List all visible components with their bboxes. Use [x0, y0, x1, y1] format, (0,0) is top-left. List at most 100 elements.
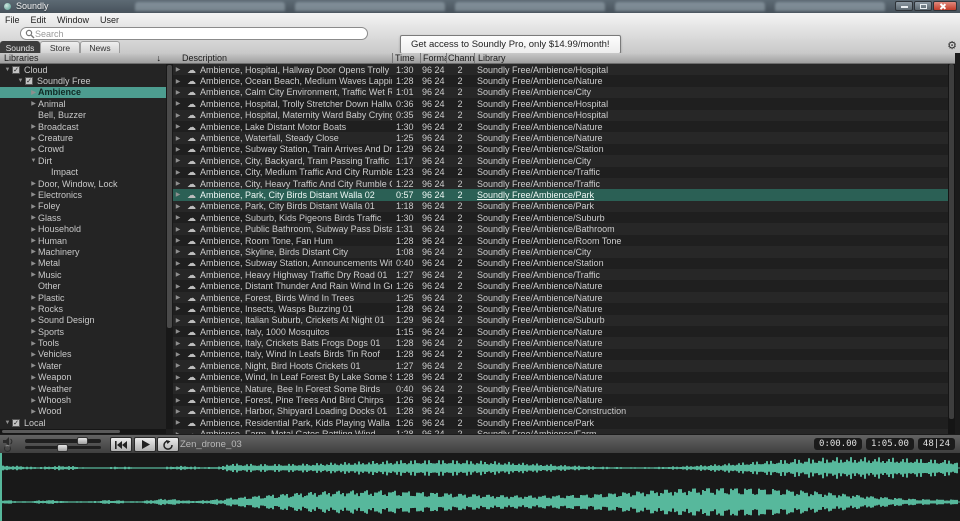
menu-item-file[interactable]: File — [5, 15, 20, 25]
pan-knob[interactable] — [4, 445, 11, 452]
maximize-button[interactable] — [914, 1, 932, 11]
chevron-right-icon[interactable]: ▶ — [29, 374, 38, 381]
playhead-cursor[interactable] — [0, 453, 2, 521]
chevron-right-icon[interactable]: ▶ — [29, 180, 38, 187]
tree-item-whoosh[interactable]: ▶Whoosh — [0, 394, 166, 405]
table-row[interactable]: ▶☁Ambience, Park, City Birds Distant Wal… — [173, 201, 948, 212]
chevron-right-icon[interactable]: ▶ — [29, 305, 38, 312]
table-vertical-scrollbar[interactable] — [948, 64, 955, 434]
chevron-right-icon[interactable]: ▶ — [29, 226, 38, 233]
chevron-right-icon[interactable]: ▶ — [29, 191, 38, 198]
tree-item-rocks[interactable]: ▶Rocks — [0, 303, 166, 314]
tree-item-bell-buzzer[interactable]: Bell, Buzzer — [0, 110, 166, 121]
tree-item-ambience[interactable]: ▶Ambience — [0, 87, 166, 98]
table-row[interactable]: ▶☁Ambience, Subway Station, Announcement… — [173, 258, 948, 269]
tree-item-household[interactable]: ▶Household — [0, 223, 166, 234]
sidebar-vertical-scrollbar[interactable] — [166, 64, 173, 429]
table-row[interactable]: ▶☁Ambience, Residential Park, Kids Playi… — [173, 417, 948, 428]
tab-news[interactable]: News — [80, 41, 120, 53]
table-row[interactable]: ▶☁Ambience, Skyline, Birds Distant City1… — [173, 246, 948, 257]
table-row[interactable]: ▶☁Ambience, City, Backyard, Tram Passing… — [173, 155, 948, 166]
table-row[interactable]: ▶☁Ambience, Subway Station, Train Arrive… — [173, 144, 948, 155]
row-expand-chevron-right-icon[interactable]: ▶ — [173, 191, 183, 198]
tree-item-music[interactable]: ▶Music — [0, 269, 166, 280]
table-row[interactable]: ▶☁Ambience, Italian Suburb, Crickets At … — [173, 315, 948, 326]
row-expand-chevron-right-icon[interactable]: ▶ — [173, 100, 183, 107]
row-expand-chevron-right-icon[interactable]: ▶ — [173, 408, 183, 415]
column-header-library[interactable]: Library — [474, 53, 955, 63]
os-titlebar[interactable]: Soundly — [0, 0, 960, 13]
chevron-right-icon[interactable]: ▶ — [29, 214, 38, 221]
row-expand-chevron-right-icon[interactable]: ▶ — [173, 180, 183, 187]
chevron-right-icon[interactable]: ▶ — [29, 397, 38, 404]
sort-down-icon[interactable]: ↓ — [157, 53, 162, 64]
column-header-time[interactable]: Time — [392, 53, 420, 63]
table-row[interactable]: ▶☁Ambience, Public Bathroom, Subway Pass… — [173, 223, 948, 234]
tree-item-sound-design[interactable]: ▶Sound Design — [0, 315, 166, 326]
waveform-display[interactable] — [0, 453, 960, 521]
table-row[interactable]: ▶☁Ambience, Room Tone, Fan Hum1:2896 242… — [173, 235, 948, 246]
chevron-right-icon[interactable]: ▶ — [29, 351, 38, 358]
tree-item-dirt[interactable]: ▼Dirt — [0, 155, 166, 166]
row-expand-chevron-right-icon[interactable]: ▶ — [173, 283, 183, 290]
chevron-right-icon[interactable]: ▶ — [29, 385, 38, 392]
tree-item-creature[interactable]: ▶Creature — [0, 132, 166, 143]
tree-item-crowd[interactable]: ▶Crowd — [0, 144, 166, 155]
chevron-right-icon[interactable]: ▶ — [29, 408, 38, 415]
chevron-down-icon[interactable]: ▼ — [3, 67, 12, 73]
chevron-down-icon[interactable]: ▼ — [29, 158, 38, 164]
row-expand-chevron-right-icon[interactable]: ▶ — [173, 78, 183, 85]
chevron-right-icon[interactable]: ▶ — [29, 89, 38, 96]
table-row[interactable]: ▶☁Ambience, Ocean Beach, Medium Waves La… — [173, 75, 948, 86]
chevron-right-icon[interactable]: ▶ — [29, 135, 38, 142]
row-expand-chevron-right-icon[interactable]: ▶ — [173, 112, 183, 119]
tree-item-animal[interactable]: ▶Animal — [0, 98, 166, 109]
tree-item-other[interactable]: Other — [0, 280, 166, 291]
tree-item-local[interactable]: ▼✓Local — [0, 417, 166, 428]
search-input[interactable] — [35, 29, 355, 39]
table-row[interactable]: ▶☁Ambience, Park, City Birds Distant Wal… — [173, 189, 948, 200]
tab-store[interactable]: Store — [40, 41, 80, 53]
tree-item-cloud[interactable]: ▼✓Cloud — [0, 64, 166, 75]
row-expand-chevron-right-icon[interactable]: ▶ — [173, 294, 183, 301]
table-row[interactable]: ▶☁Ambience, Distant Thunder And Rain Win… — [173, 280, 948, 291]
row-expand-chevron-right-icon[interactable]: ▶ — [173, 214, 183, 221]
tree-item-plastic[interactable]: ▶Plastic — [0, 292, 166, 303]
chevron-right-icon[interactable]: ▶ — [29, 328, 38, 335]
row-expand-chevron-right-icon[interactable]: ▶ — [173, 260, 183, 267]
skip-to-start-button[interactable] — [110, 437, 132, 452]
library-checkbox[interactable]: ✓ — [12, 66, 20, 74]
menu-item-window[interactable]: Window — [57, 15, 89, 25]
chevron-right-icon[interactable]: ▶ — [29, 203, 38, 210]
table-row[interactable]: ▶☁Ambience, Italy, 1000 Mosquitos1:1596 … — [173, 326, 948, 337]
table-row[interactable]: ▶☁Ambience, Night, Bird Hoots Crickets 0… — [173, 360, 948, 371]
chevron-right-icon[interactable]: ▶ — [29, 248, 38, 255]
table-row[interactable]: ▶☁Ambience, Hospital, Trolly Stretcher D… — [173, 98, 948, 109]
library-checkbox[interactable]: ✓ — [25, 77, 33, 85]
close-button[interactable] — [933, 1, 957, 11]
row-expand-chevron-right-icon[interactable]: ▶ — [173, 385, 183, 392]
tree-item-vehicles[interactable]: ▶Vehicles — [0, 349, 166, 360]
row-expand-chevron-right-icon[interactable]: ▶ — [173, 135, 183, 142]
chevron-right-icon[interactable]: ▶ — [29, 100, 38, 107]
table-row[interactable]: ▶☁Ambience, Forest, Pine Trees And Bird … — [173, 394, 948, 405]
chevron-right-icon[interactable]: ▶ — [29, 271, 38, 278]
pitch-slider[interactable] — [25, 446, 101, 449]
tab-sounds[interactable]: Sounds — [0, 41, 40, 53]
table-row[interactable]: ▶☁Ambience, Heavy Highway Traffic Dry Ro… — [173, 269, 948, 280]
row-expand-chevron-right-icon[interactable]: ▶ — [173, 317, 183, 324]
tree-item-electronics[interactable]: ▶Electronics — [0, 189, 166, 200]
row-expand-chevron-right-icon[interactable]: ▶ — [173, 397, 183, 404]
tree-item-machinery[interactable]: ▶Machinery — [0, 246, 166, 257]
row-expand-chevron-right-icon[interactable]: ▶ — [173, 146, 183, 153]
chevron-right-icon[interactable]: ▶ — [29, 237, 38, 244]
tree-item-sports[interactable]: ▶Sports — [0, 326, 166, 337]
chevron-down-icon[interactable]: ▼ — [16, 78, 25, 84]
chevron-right-icon[interactable]: ▶ — [29, 260, 38, 267]
row-expand-chevron-right-icon[interactable]: ▶ — [173, 203, 183, 210]
row-expand-chevron-right-icon[interactable]: ▶ — [173, 362, 183, 369]
minimize-button[interactable] — [895, 1, 913, 11]
table-row[interactable]: ▶☁Ambience, Hospital, Hallway Door Opens… — [173, 64, 948, 75]
tree-item-impact[interactable]: Impact — [0, 167, 166, 178]
table-row[interactable]: ▶☁Ambience, Forest, Birds Wind In Trees1… — [173, 292, 948, 303]
